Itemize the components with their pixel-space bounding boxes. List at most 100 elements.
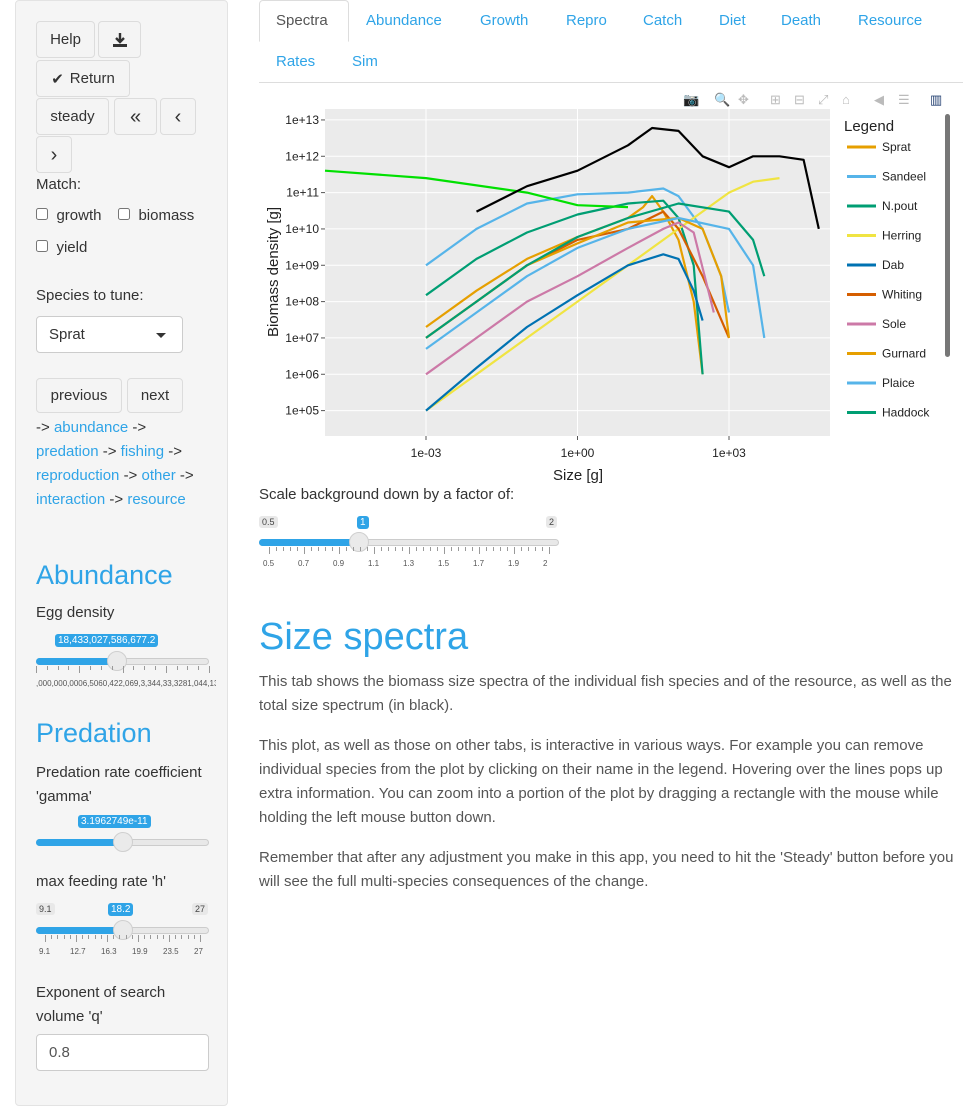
q-input[interactable] (36, 1034, 209, 1071)
slider-tick (76, 935, 77, 942)
y-tick-label: 1e+06 (285, 367, 319, 381)
slider-tick (68, 666, 70, 670)
gamma-value-badge: 3.1962749e-11 (78, 815, 151, 828)
growth-label: growth (56, 207, 102, 224)
tab-diet[interactable]: Diet (719, 12, 746, 29)
species-select[interactable]: Sprat (36, 316, 183, 353)
slider-tick (156, 935, 158, 939)
chevron-left-icon: ‹ (174, 105, 182, 128)
slider-tick (138, 935, 139, 942)
nav-link-predation[interactable]: predation (36, 443, 99, 460)
slider-tick-label: 1.7 (473, 559, 485, 568)
slider-tick-label: 16.3 (101, 947, 117, 956)
back-fast-button[interactable]: « (114, 98, 157, 135)
slider-tick (90, 666, 92, 670)
growth-checkbox[interactable] (36, 208, 48, 220)
slider-tick (423, 547, 424, 551)
legend-entry: Sole (882, 317, 906, 331)
nav-link-other[interactable]: other (142, 467, 176, 484)
legend-entry: Haddock (882, 406, 930, 420)
legend-entry: Gurnard (882, 347, 926, 361)
slider-tick (318, 547, 319, 551)
slider-tick-label: 27 (194, 947, 203, 956)
nav-link-fishing[interactable]: fishing (121, 443, 164, 460)
slider-tick (325, 547, 326, 551)
h-label: max feeding rate 'h' (36, 873, 166, 890)
y-axis-label: Biomass density [g] (265, 207, 282, 337)
tab-abundance[interactable]: Abundance (366, 12, 442, 29)
slider-tick (339, 547, 340, 554)
legend[interactable]: Sprat Sandeel N.pout Herring Dab Whiting Sole G… (847, 140, 930, 420)
tab-spectra[interactable]: Spectra (276, 12, 328, 29)
match-growth-checkbox[interactable]: growth (36, 207, 101, 225)
slider-tick (444, 547, 445, 554)
slider-tick (100, 935, 102, 939)
tab-resource[interactable]: Resource (858, 12, 922, 29)
slider-tick (353, 547, 354, 551)
slider-tick (150, 935, 152, 939)
chevron-right-icon: › (50, 143, 58, 166)
slider-tick (162, 935, 164, 939)
slider-tick (131, 935, 133, 939)
slider-tick (311, 547, 312, 551)
nav-link-resource[interactable]: resource (127, 491, 185, 508)
return-button[interactable]: ✔ Return (36, 60, 130, 97)
legend-title: Legend (844, 118, 894, 135)
gamma-slider-handle[interactable] (112, 832, 133, 852)
match-yield-checkbox[interactable]: yield (36, 239, 87, 257)
h-fill (36, 927, 123, 934)
slider-tick (290, 547, 291, 551)
download-button[interactable] (98, 21, 141, 58)
slider-tick (46, 666, 48, 670)
egg-density-label: Egg density (36, 604, 115, 621)
egg-density-ticks (36, 666, 210, 674)
slider-tick (88, 935, 90, 939)
slider-tick (297, 547, 298, 551)
back-button[interactable]: ‹ (160, 98, 196, 135)
slider-tick-label: 1.1 (368, 559, 380, 568)
slider-tick (107, 935, 108, 942)
slider-tick (374, 547, 375, 554)
slider-tick (395, 547, 396, 551)
next-button[interactable]: next (127, 378, 183, 413)
slider-tick (276, 547, 277, 551)
gamma-label: Predation rate coefficient 'gamma' (36, 764, 202, 805)
tab-death[interactable]: Death (781, 12, 821, 29)
nav-link-reproduction[interactable]: reproduction (36, 467, 119, 484)
slider-tick (514, 547, 515, 554)
tab-repro[interactable]: Repro (566, 12, 607, 29)
y-tick-label: 1e+09 (285, 258, 319, 272)
slider-tick (193, 935, 195, 939)
slider-tick (187, 666, 189, 670)
slider-tick (437, 547, 438, 551)
yield-checkbox[interactable] (36, 240, 48, 252)
tab-sim[interactable]: Sim (352, 53, 378, 70)
y-axis-ticks: 1e+13 1e+12 1e+11 1e+10 1e+09 1e+08 1e+07 1e+06… (285, 113, 325, 418)
slider-tick (500, 547, 501, 551)
slider-tick (402, 547, 403, 551)
steady-button[interactable]: steady (36, 98, 109, 135)
egg-tick-label: 6,506 (82, 679, 103, 688)
next-label: next (140, 387, 170, 404)
biomass-checkbox[interactable] (118, 208, 130, 220)
y-tick-label: 1e+13 (285, 113, 319, 127)
legend-scrollbar[interactable] (945, 114, 950, 357)
nav-link-interaction[interactable]: interaction (36, 491, 105, 508)
previous-button[interactable]: previous (36, 378, 122, 413)
nav-link-abundance[interactable]: abundance (54, 419, 128, 436)
match-biomass-checkbox[interactable]: biomass (118, 207, 194, 225)
slider-tick (154, 666, 156, 670)
slider-tick (176, 666, 178, 670)
tab-catch[interactable]: Catch (643, 12, 682, 29)
forward-button[interactable]: › (36, 136, 72, 173)
tab-growth[interactable]: Growth (480, 12, 528, 29)
tab-rates[interactable]: Rates (276, 53, 315, 70)
slider-tick (100, 666, 102, 670)
x-axis-label: Size [g] (553, 467, 603, 484)
page-title: Size spectra (259, 616, 469, 658)
help-button[interactable]: Help (36, 21, 95, 58)
slider-tick (304, 547, 305, 554)
slider-tick (346, 547, 347, 551)
slider-tick (57, 666, 59, 670)
previous-label: previous (50, 387, 108, 404)
